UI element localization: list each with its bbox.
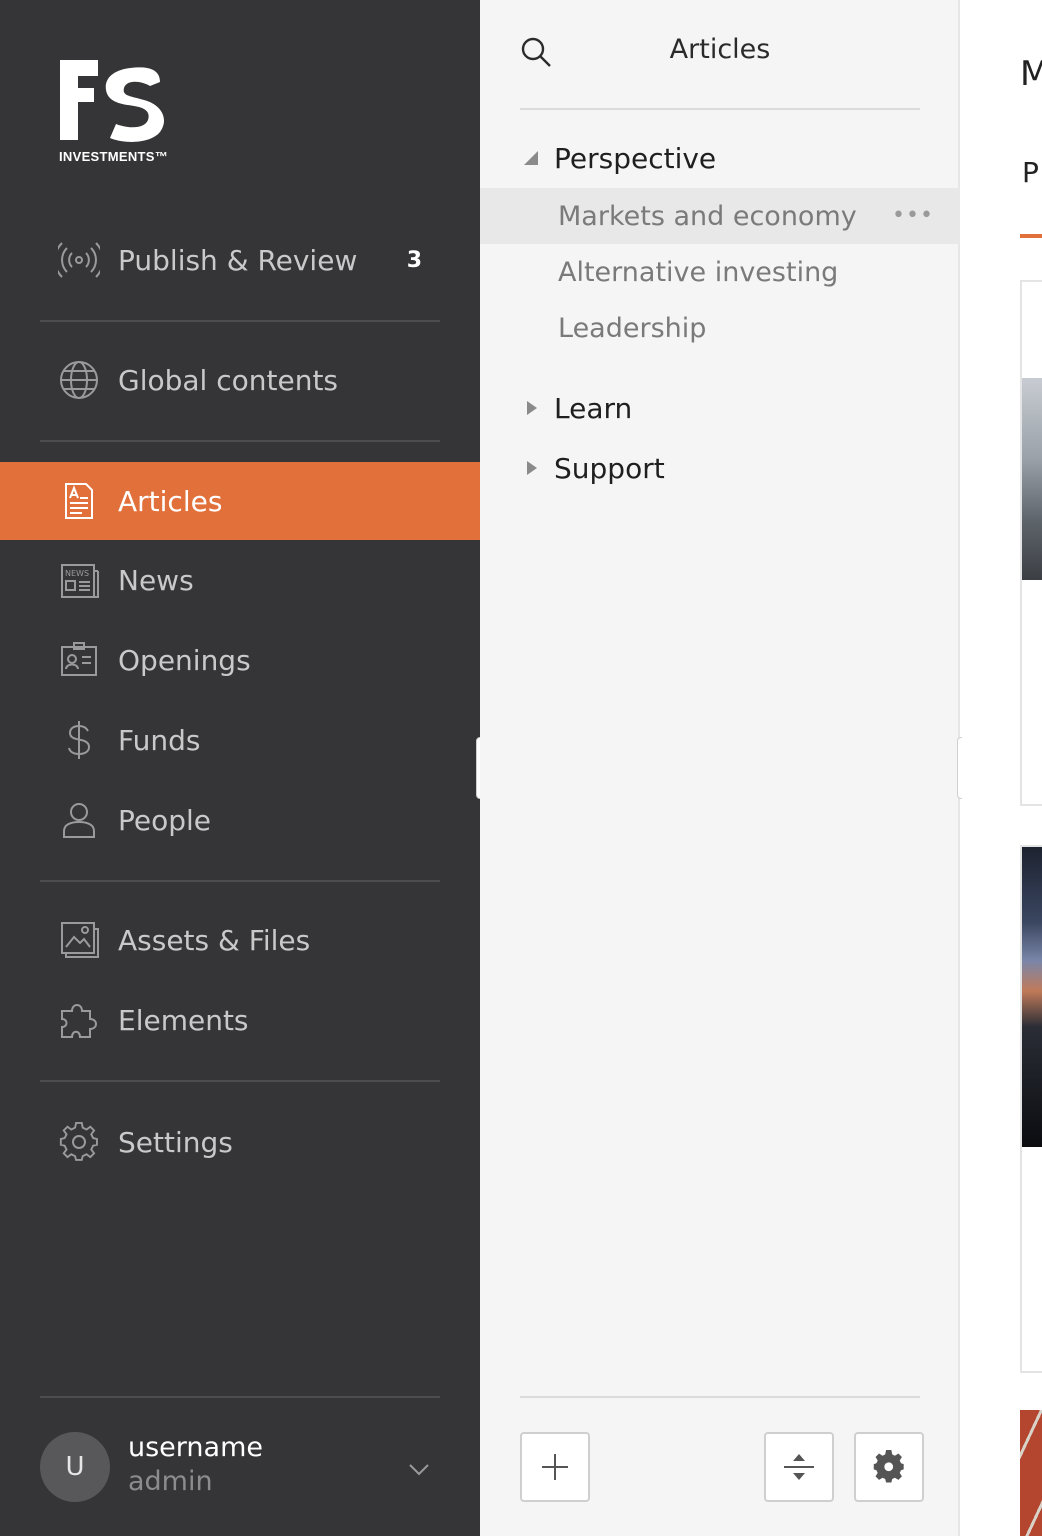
broadcast-icon bbox=[58, 239, 100, 281]
articles-tree-panel: Articles Perspective Markets and economy… bbox=[480, 0, 960, 1536]
nav-settings[interactable]: Settings bbox=[0, 1103, 480, 1181]
tree-item-label: Markets and economy bbox=[558, 200, 857, 232]
logo-tagline: INVESTMENTS™ bbox=[59, 149, 169, 164]
gear-icon bbox=[58, 1121, 100, 1163]
nav-label: Assets & Files bbox=[118, 923, 311, 957]
article-card[interactable] bbox=[1020, 845, 1042, 1373]
user-name: username bbox=[128, 1432, 263, 1463]
tree-item-leadership[interactable]: Leadership bbox=[480, 300, 960, 356]
article-thumbnail bbox=[1020, 1410, 1042, 1536]
tree-title: Articles bbox=[669, 34, 771, 65]
article-thumbnail bbox=[1022, 378, 1042, 580]
sidebar-divider bbox=[40, 1080, 440, 1082]
tree-item-label: Leadership bbox=[558, 312, 707, 344]
nav-label: People bbox=[118, 803, 212, 837]
nav-assets-files[interactable]: Assets & Files bbox=[0, 901, 480, 979]
nav-openings[interactable]: Openings bbox=[0, 621, 480, 699]
article-icon bbox=[58, 480, 100, 522]
nav-news[interactable]: NEWS News bbox=[0, 541, 480, 619]
article-card[interactable] bbox=[1020, 1410, 1042, 1536]
triangle-collapsed-icon bbox=[527, 401, 537, 415]
tree-group-learn[interactable]: Learn bbox=[480, 383, 960, 433]
globe-icon bbox=[58, 359, 100, 401]
content-title: M bbox=[1020, 54, 1042, 94]
content-tab[interactable]: P bbox=[1022, 156, 1039, 189]
nav-global-contents[interactable]: Global contents bbox=[0, 341, 480, 419]
gear-icon bbox=[873, 1450, 904, 1483]
more-options-icon[interactable]: ••• bbox=[892, 205, 934, 227]
search-icon[interactable] bbox=[520, 36, 554, 70]
nav-label: Openings bbox=[118, 643, 251, 677]
nav-label: News bbox=[118, 563, 194, 597]
tree-item-alternative-investing[interactable]: Alternative investing bbox=[480, 244, 960, 300]
nav-funds[interactable]: Funds bbox=[0, 701, 480, 779]
tree-group-support[interactable]: Support bbox=[480, 443, 960, 493]
person-icon bbox=[58, 799, 100, 841]
dollar-icon bbox=[58, 719, 100, 761]
tree-item-markets-and-economy[interactable]: Markets and economy ••• bbox=[480, 188, 960, 244]
fs-investments-logo[interactable]: INVESTMENTS™ bbox=[58, 58, 178, 168]
active-tab-underline bbox=[1020, 234, 1042, 238]
expand-collapse-icon bbox=[784, 1454, 814, 1480]
tree-settings-button[interactable] bbox=[854, 1432, 924, 1502]
content-area: M P bbox=[962, 0, 1042, 1536]
add-item-button[interactable] bbox=[520, 1432, 590, 1502]
id-card-icon bbox=[58, 639, 100, 681]
sidebar: INVESTMENTS™ Publish & Review 3 Global c… bbox=[0, 0, 480, 1536]
nav-label: Global contents bbox=[118, 363, 339, 397]
chevron-down-icon bbox=[409, 1464, 429, 1476]
tree-item-label: Alternative investing bbox=[558, 256, 839, 288]
nav-elements[interactable]: Elements bbox=[0, 981, 480, 1059]
tree-group-label: Support bbox=[554, 451, 665, 485]
fs-logo-mark bbox=[60, 60, 165, 142]
publish-count-badge: 3 bbox=[406, 247, 422, 273]
sidebar-divider bbox=[40, 320, 440, 322]
triangle-expanded-icon bbox=[524, 151, 538, 165]
avatar: U bbox=[40, 1432, 110, 1502]
sidebar-divider bbox=[40, 1396, 440, 1398]
sidebar-divider bbox=[40, 880, 440, 882]
article-card[interactable] bbox=[1020, 280, 1042, 806]
plus-icon bbox=[542, 1454, 568, 1480]
nav-people[interactable]: People bbox=[0, 781, 480, 859]
nav-publish-review[interactable]: Publish & Review 3 bbox=[0, 221, 480, 299]
puzzle-icon bbox=[58, 999, 100, 1041]
nav-label: Articles bbox=[118, 484, 223, 518]
tree-header: Articles bbox=[520, 0, 920, 110]
tree-group-label: Learn bbox=[554, 391, 633, 425]
sidebar-divider bbox=[40, 440, 440, 442]
collapse-expand-button[interactable] bbox=[764, 1432, 834, 1502]
newspaper-icon: NEWS bbox=[58, 559, 100, 601]
image-icon bbox=[58, 919, 100, 961]
nav-label: Publish & Review bbox=[118, 243, 358, 277]
nav-label: Funds bbox=[118, 723, 201, 757]
user-menu[interactable]: U username admin bbox=[40, 1432, 440, 1502]
user-role: admin bbox=[128, 1466, 213, 1497]
tree-group-label: Perspective bbox=[554, 141, 717, 175]
triangle-collapsed-icon bbox=[527, 461, 537, 475]
nav-articles[interactable]: Articles bbox=[0, 462, 480, 540]
tree-footer-divider bbox=[520, 1396, 920, 1398]
svg-text:NEWS: NEWS bbox=[65, 569, 89, 578]
tree-group-perspective[interactable]: Perspective bbox=[480, 133, 960, 183]
article-thumbnail bbox=[1022, 847, 1042, 1147]
nav-label: Elements bbox=[118, 1003, 249, 1037]
nav-label: Settings bbox=[118, 1125, 233, 1159]
